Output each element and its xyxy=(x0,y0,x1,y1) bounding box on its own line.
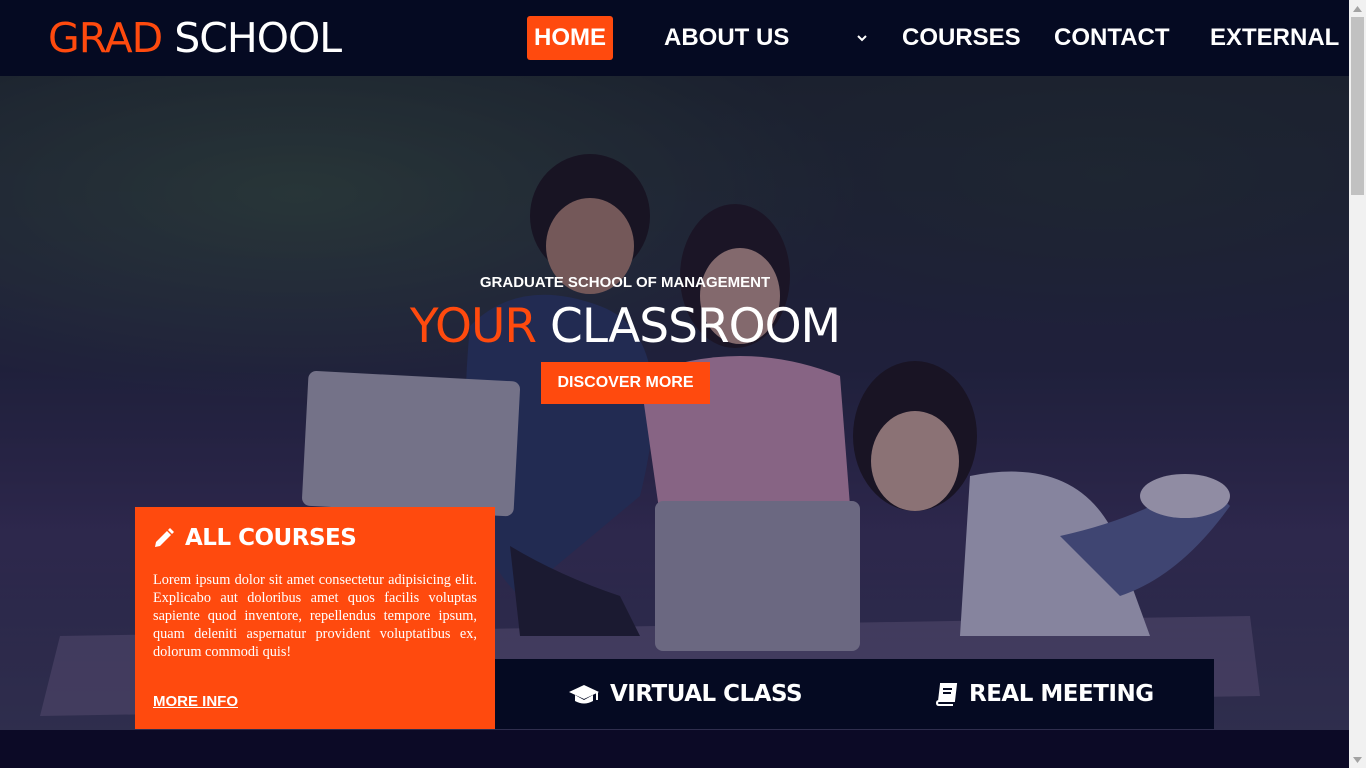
nav-external[interactable]: EXTERNAL xyxy=(1210,16,1339,60)
real-meeting-item[interactable]: REAL MEETING xyxy=(935,659,1154,729)
all-courses-description: Lorem ipsum dolor sit amet consectetur a… xyxy=(153,572,477,660)
features-bar: VIRTUAL CLASS REAL MEETING xyxy=(495,659,1214,729)
nav-contact[interactable]: CONTACT xyxy=(1054,16,1170,60)
all-courses-header: ALL COURSES xyxy=(153,525,357,551)
discover-more-button[interactable]: DISCOVER MORE xyxy=(541,362,710,404)
virtual-class-item[interactable]: VIRTUAL CLASS xyxy=(568,659,803,729)
hero-title: YOUR CLASSROOM xyxy=(0,296,1250,358)
graduation-cap-icon xyxy=(569,685,599,704)
site-logo[interactable]: GRAD SCHOOL xyxy=(48,14,342,62)
all-courses-title: ALL COURSES xyxy=(185,525,357,551)
real-meeting-label: REAL MEETING xyxy=(969,681,1154,707)
scroll-down-arrow-icon[interactable] xyxy=(1349,751,1366,768)
more-info-link[interactable]: MORE INFO xyxy=(153,693,238,710)
pencil-icon xyxy=(155,528,174,547)
nav-about-us[interactable]: ABOUT US xyxy=(664,16,789,60)
nav-courses[interactable]: COURSES xyxy=(902,16,1021,60)
logo-word-school: SCHOOL xyxy=(174,14,342,62)
page-scrollbar[interactable] xyxy=(1349,0,1366,768)
scroll-up-arrow-icon[interactable] xyxy=(1349,0,1366,17)
hero-subtitle: GRADUATE SCHOOL OF MANAGEMENT xyxy=(479,274,771,291)
hero-title-your: YOUR xyxy=(409,299,537,354)
virtual-class-label: VIRTUAL CLASS xyxy=(610,681,803,707)
logo-word-grad: GRAD xyxy=(48,14,163,62)
hero-title-classroom: CLASSROOM xyxy=(550,299,841,354)
scrollbar-thumb[interactable] xyxy=(1351,17,1364,195)
chevron-down-icon[interactable] xyxy=(855,28,869,48)
site-header: GRAD SCHOOL HOME ABOUT US COURSES CONTAC… xyxy=(0,0,1349,76)
book-icon xyxy=(935,683,958,706)
all-courses-card: ALL COURSES Lorem ipsum dolor sit amet c… xyxy=(135,507,495,729)
nav-home[interactable]: HOME xyxy=(527,16,613,60)
